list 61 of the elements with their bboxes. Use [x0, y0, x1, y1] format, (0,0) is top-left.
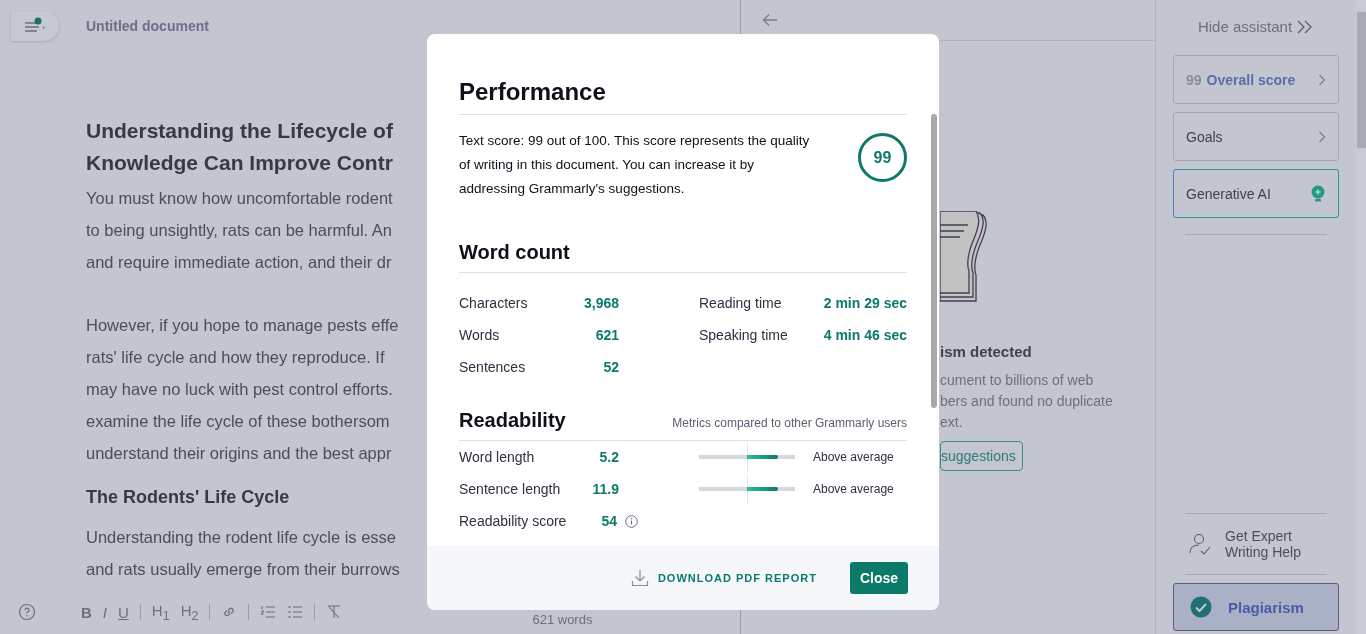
- section-title: Readability: [459, 409, 566, 432]
- lightbulb-icon: [1310, 184, 1326, 203]
- metric-value: 11.9: [591, 481, 619, 497]
- italic-button[interactable]: I: [102, 603, 107, 621]
- stat-value: 2 min 29 sec: [823, 295, 907, 311]
- info-icon[interactable]: [625, 514, 638, 528]
- stat-value: 52: [603, 359, 619, 375]
- result-description: cument to billions of web bers and found no duplicate ext.: [940, 371, 1113, 432]
- underline-button[interactable]: U: [118, 603, 129, 621]
- paragraph: You must know how uncomfortable rodent to being unsightly, rats can be harmful. An and require immediate action, and their dr: [86, 188, 393, 273]
- stat-label: Speaking time: [699, 327, 788, 343]
- metric-value: 54: [600, 513, 617, 529]
- paragraph: However, if you hope to manage pests effe rats' life cycle and how they reproduce. If may have no luck with pest control efforts. examine the life cycle of these bothersom understand their origins and the best appr: [86, 315, 399, 464]
- section-title: Word count: [459, 241, 571, 264]
- clear-format-icon[interactable]: [326, 604, 343, 620]
- bullet-list-icon[interactable]: [287, 604, 304, 620]
- download-icon: [630, 569, 649, 587]
- help-icon[interactable]: [18, 603, 36, 621]
- overall-score-card[interactable]: 99 Overall score: [1173, 55, 1339, 104]
- stat-label: Reading time: [699, 295, 782, 311]
- menu-button[interactable]: [11, 11, 59, 41]
- metric-rating: Above average: [813, 482, 894, 496]
- dialog-title: Performance: [459, 78, 607, 106]
- chevron-right-icon: [1318, 130, 1326, 143]
- word-count[interactable]: 621 words: [532, 611, 593, 627]
- bold-button[interactable]: B: [81, 603, 92, 621]
- menu-icon: [23, 17, 47, 35]
- stat-label: Sentences: [459, 359, 526, 375]
- expert-help-button[interactable]: Get Expert Writing Help: [1173, 522, 1339, 566]
- suggestions-button[interactable]: suggestions: [940, 441, 1023, 471]
- section-heading: The Rodents' Life Cycle: [86, 486, 290, 509]
- comparison-note: Metrics compared to other Grammarly users: [672, 416, 907, 430]
- numbered-list-icon[interactable]: [260, 604, 277, 620]
- stat-label: Words: [459, 327, 500, 343]
- score-description: Text score: 99 out of 100. This score represents the quality of writing in this document. You can increase it by addressing Grammarly's suggestions.: [459, 132, 811, 198]
- score-ring: 99: [858, 133, 907, 182]
- document-title: Untitled document: [86, 18, 209, 34]
- heading-button[interactable]: H$_{2}$: [180, 601, 199, 623]
- close-button[interactable]: Close: [849, 562, 908, 594]
- check-circle-icon: [1190, 596, 1212, 618]
- plagiarism-button[interactable]: Plagiarism: [1173, 583, 1339, 631]
- download-report-button[interactable]: DOWNLOAD PDF REPORT: [630, 569, 817, 587]
- stat-value: 621: [595, 327, 619, 343]
- back-arrow-icon[interactable]: [762, 13, 778, 27]
- metric-label: Word length: [459, 449, 536, 465]
- hide-assistant-button[interactable]: Hide assistant: [1197, 18, 1315, 35]
- result-heading: ism detected: [940, 343, 1032, 360]
- stat-value: 3,968: [583, 295, 619, 311]
- heading-button[interactable]: H$_{1}$: [151, 601, 170, 623]
- goals-card[interactable]: Goals: [1173, 112, 1339, 161]
- paragraph: Understanding the rodent life cycle is esse and rats usually emerge from their burrows: [86, 527, 400, 580]
- stat-label: Characters: [459, 295, 528, 311]
- metric-rating: Above average: [813, 450, 894, 464]
- chevron-right-icon: [1318, 73, 1326, 86]
- document-heading: Understanding the Lifecycle of Knowledge Can Improve Contr: [86, 118, 393, 176]
- metric-value: 5.2: [598, 449, 619, 465]
- person-check-icon: [1187, 531, 1213, 557]
- metric-label: Sentence length: [459, 481, 562, 497]
- stat-value: 4 min 46 sec: [823, 327, 907, 343]
- metric-label: Readability score: [459, 513, 568, 529]
- generative-ai-card[interactable]: Generative AI: [1173, 169, 1339, 218]
